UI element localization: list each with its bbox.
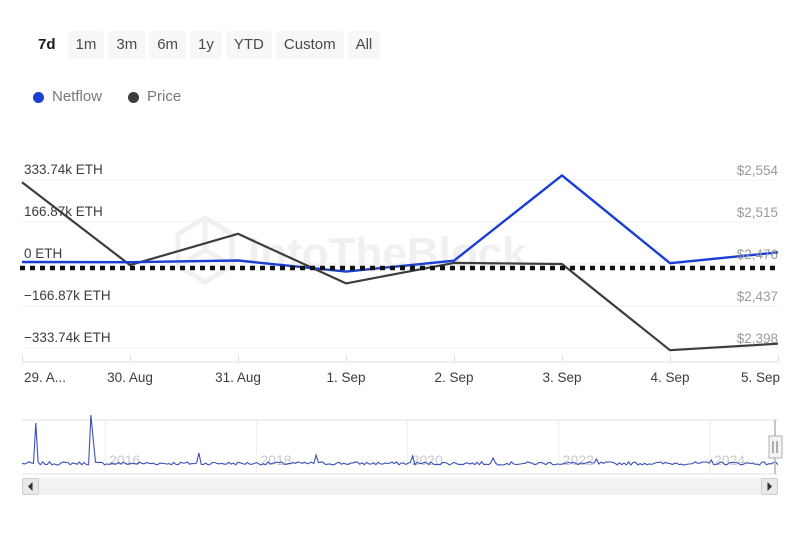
right-axis-label-0: $2,554 [737,163,779,178]
x-axis-label-4: 2. Sep [434,370,473,385]
navigator-year-label-2016: 2016 [109,452,140,468]
left-axis-label-1: 166.87k ETH [24,204,103,219]
right-axis-label-3: $2,437 [737,289,778,304]
navigator-year-label-2020: 2020 [412,452,443,468]
right-axis-labels: $2,554 $2,515 $2,476 $2,437 $2,398 [737,163,779,346]
navigator-svg[interactable]: 2016 2018 2020 2022 2024 [0,408,800,480]
watermark-cube-icon [178,218,232,282]
intotheblock-watermark: IntoTheBlock [178,218,527,282]
x-axis-label-7: 5. Sep [741,370,780,385]
x-axis-label-3: 1. Sep [326,370,365,385]
x-axis-labels: 29. A... 30. Aug 31. Aug 1. Sep 2. Sep 3. Sep… [24,370,780,385]
scroll-left-arrow-icon[interactable] [22,478,39,495]
x-axis-tick-marks [23,355,779,362]
navigator-range-selector[interactable]: 2016 2018 2020 2022 2024 [0,408,800,480]
chart-plot-svg: IntoTheBlock 333.74k ETH 166.87k ETH 0 ETH… [0,0,800,400]
right-axis-label-4: $2,398 [737,331,778,346]
left-axis-label-2: 0 ETH [24,246,62,261]
left-axis-label-4: −333.74k ETH [24,330,111,345]
left-axis-label-3: −166.87k ETH [24,288,111,303]
main-chart[interactable]: IntoTheBlock 333.74k ETH 166.87k ETH 0 ETH… [0,0,800,400]
navigator-year-label-2024: 2024 [714,452,745,468]
left-axis-label-0: 333.74k ETH [24,162,103,177]
x-axis-label-2: 31. Aug [215,370,261,385]
x-axis-label-6: 4. Sep [650,370,689,385]
navigator-scrollbar[interactable] [22,478,778,495]
x-axis-label-5: 3. Sep [542,370,581,385]
right-axis-label-1: $2,515 [737,205,778,220]
x-axis-label-0: 29. A... [24,370,66,385]
x-axis-label-1: 30. Aug [107,370,153,385]
left-axis-labels: 333.74k ETH 166.87k ETH 0 ETH −166.87k ETH −… [24,162,111,345]
right-axis-label-2: $2,476 [737,247,778,262]
navigator-year-label-2018: 2018 [260,452,291,468]
navigator-year-label-2022: 2022 [563,452,594,468]
scroll-right-arrow-icon[interactable] [761,478,778,495]
